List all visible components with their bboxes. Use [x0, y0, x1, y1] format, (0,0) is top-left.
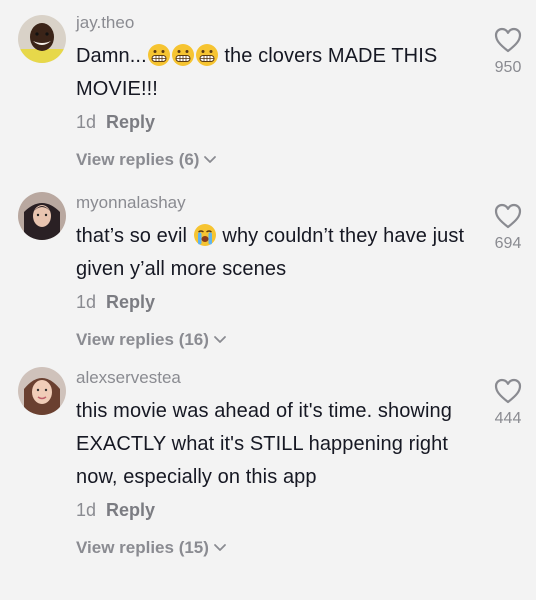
- comment-meta: 1d Reply: [76, 110, 476, 134]
- like-count: 950: [494, 59, 522, 76]
- comment-body: myonnalashay that’s so evil why couldn’t…: [76, 192, 476, 352]
- comment-username[interactable]: jay.theo: [76, 12, 476, 34]
- view-replies-button[interactable]: View replies (6): [76, 148, 217, 172]
- grimacing-face-emoji-icon: [171, 43, 195, 67]
- comment-text: Damn... the clovers MADE THIS MOVIE!!!: [76, 40, 476, 106]
- comment-list: jay.theo Damn... the clovers MADE THIS M…: [0, 0, 536, 600]
- like-button[interactable]: 950: [490, 26, 526, 78]
- view-replies-button[interactable]: View replies (15): [76, 536, 227, 560]
- comment-username[interactable]: myonnalashay: [76, 192, 476, 214]
- comment-body: jay.theo Damn... the clovers MADE THIS M…: [76, 12, 476, 172]
- comment-text-start: that’s so evil: [76, 225, 193, 247]
- comment-username[interactable]: alexservestea: [76, 367, 476, 389]
- like-count: 694: [494, 235, 522, 252]
- comment-meta: 1d Reply: [76, 290, 476, 314]
- comment-text: that’s so evil why couldn’t they have ju…: [76, 220, 476, 286]
- reply-button[interactable]: Reply: [106, 112, 155, 132]
- like-button[interactable]: 694: [490, 202, 526, 254]
- comment-time: 1d: [76, 500, 97, 520]
- like-button[interactable]: 444: [490, 377, 526, 429]
- avatar[interactable]: [18, 192, 66, 240]
- comment-time: 1d: [76, 112, 97, 132]
- chevron-down-icon: [213, 328, 227, 352]
- chevron-down-icon: [213, 536, 227, 560]
- like-count: 444: [494, 410, 522, 427]
- heart-outline-icon: [494, 378, 522, 404]
- grimacing-face-emoji-icon: [195, 43, 219, 67]
- avatar[interactable]: [18, 367, 66, 415]
- reply-button[interactable]: Reply: [106, 500, 155, 520]
- comment-time: 1d: [76, 292, 97, 312]
- view-replies-label: View replies (15): [76, 538, 209, 557]
- view-replies-label: View replies (16): [76, 330, 209, 349]
- comment-meta: 1d Reply: [76, 498, 476, 522]
- chevron-down-icon: [203, 148, 217, 172]
- reply-button[interactable]: Reply: [106, 292, 155, 312]
- avatar[interactable]: [18, 15, 66, 63]
- heart-outline-icon: [494, 203, 522, 229]
- view-replies-button[interactable]: View replies (16): [76, 328, 227, 352]
- comment-body: alexservestea this movie was ahead of it…: [76, 367, 476, 560]
- comment-text-start: this movie was ahead of it's time. showi…: [76, 400, 452, 488]
- comment-text-start: Damn...: [76, 45, 147, 67]
- grimacing-face-emoji-icon: [147, 43, 171, 67]
- loudly-crying-face-emoji-icon: [193, 223, 217, 247]
- comment-text: this movie was ahead of it's time. showi…: [76, 395, 476, 494]
- view-replies-label: View replies (6): [76, 150, 200, 169]
- heart-outline-icon: [494, 27, 522, 53]
